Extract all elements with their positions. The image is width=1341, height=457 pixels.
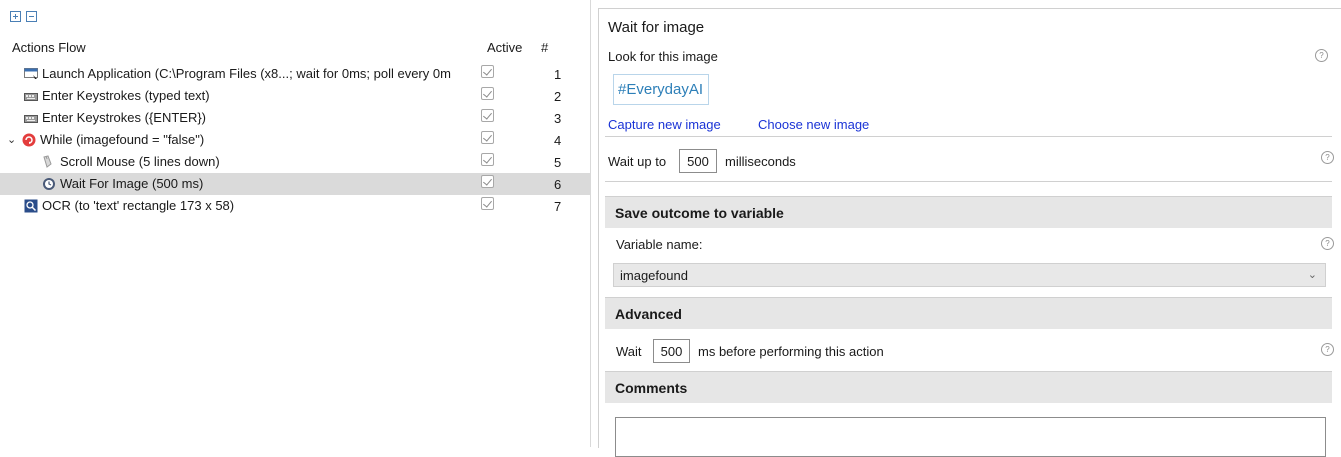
column-header: Actions Flow Active # xyxy=(0,40,590,60)
row-number: 3 xyxy=(554,111,562,126)
while-loop-icon xyxy=(22,133,36,147)
active-checkbox[interactable] xyxy=(481,131,494,144)
wait-image-icon xyxy=(42,177,56,191)
tree-row[interactable]: Enter Keystrokes ({ENTER}) 3 xyxy=(0,107,590,129)
active-checkbox[interactable] xyxy=(481,109,494,122)
row-number: 4 xyxy=(554,133,562,148)
image-text: #EverydayAI xyxy=(618,81,704,98)
comments-textarea[interactable] xyxy=(615,417,1326,457)
expand-all-icon[interactable] xyxy=(10,11,21,22)
tree-row[interactable]: Launch Application (C:\Program Files (x8… xyxy=(0,63,590,85)
active-checkbox[interactable] xyxy=(481,153,494,166)
save-outcome-section-header: Save outcome to variable xyxy=(605,196,1332,228)
timeout-input[interactable]: 500 xyxy=(679,149,717,173)
help-icon[interactable]: ? xyxy=(1315,49,1328,62)
pre-delay-input[interactable]: 500 xyxy=(653,339,690,363)
wait-up-to-label: Wait up to xyxy=(608,154,667,169)
divider xyxy=(605,136,1332,137)
help-icon[interactable]: ? xyxy=(1321,151,1334,164)
chevron-down-icon[interactable]: ⌄ xyxy=(7,133,16,146)
row-number: 6 xyxy=(554,177,562,192)
advanced-section-header: Advanced xyxy=(605,297,1332,329)
launch-app-icon xyxy=(24,67,38,81)
mouse-icon xyxy=(42,154,56,169)
ms-before-action-label: ms before performing this action xyxy=(698,344,884,359)
tree-toolbar xyxy=(10,11,37,22)
wait-before-label: Wait xyxy=(616,344,642,359)
help-icon[interactable]: ? xyxy=(1321,237,1334,250)
milliseconds-label: milliseconds xyxy=(725,154,796,169)
capture-new-image-link[interactable]: Capture new image xyxy=(608,117,721,132)
divider xyxy=(605,181,1332,182)
column-actions-flow[interactable]: Actions Flow xyxy=(12,40,86,55)
variable-name-value: imagefound xyxy=(620,267,688,283)
active-checkbox[interactable] xyxy=(481,65,494,78)
column-active[interactable]: Active xyxy=(487,40,522,55)
tree-row-label: OCR (to 'text' rectangle 173 x 58) xyxy=(42,198,235,213)
active-checkbox[interactable] xyxy=(481,197,494,210)
keyboard-icon xyxy=(24,111,38,125)
column-number[interactable]: # xyxy=(541,40,548,55)
actions-flow-panel: Actions Flow Active # Launch Application… xyxy=(0,0,591,447)
target-image-preview: #EverydayAI xyxy=(613,74,709,105)
tree-row-label: Enter Keystrokes (typed text) xyxy=(42,88,210,103)
tree-row[interactable]: ⌄ While (imagefound = "false") 4 xyxy=(0,129,590,151)
chevron-down-icon: ⌄ xyxy=(1307,269,1317,281)
row-number: 7 xyxy=(554,199,562,214)
row-number: 1 xyxy=(554,67,562,82)
tree-row-label: Wait For Image (500 ms) xyxy=(60,176,204,191)
tree-row[interactable]: OCR (to 'text' rectangle 173 x 58) 7 xyxy=(0,195,590,217)
variable-name-label: Variable name: xyxy=(616,237,703,252)
panel-title: Wait for image xyxy=(608,19,705,36)
tree-row[interactable]: Enter Keystrokes (typed text) 2 xyxy=(0,85,590,107)
properties-panel: Wait for image Look for this image ? #Ev… xyxy=(598,8,1341,457)
tree-row-label: Scroll Mouse (5 lines down) xyxy=(60,154,220,169)
keyboard-icon xyxy=(24,89,38,103)
help-icon[interactable]: ? xyxy=(1321,343,1334,356)
row-number: 2 xyxy=(554,89,562,104)
comments-section-header: Comments xyxy=(605,371,1332,403)
ocr-icon xyxy=(24,199,38,213)
collapse-all-icon[interactable] xyxy=(26,11,37,22)
look-for-image-label: Look for this image xyxy=(608,49,718,64)
tree-row[interactable]: Scroll Mouse (5 lines down) 5 xyxy=(0,151,590,173)
row-number: 5 xyxy=(554,155,562,170)
variable-name-select[interactable]: imagefound ⌄ xyxy=(613,263,1326,287)
tree-row-label: While (imagefound = "false") xyxy=(40,132,205,147)
active-checkbox[interactable] xyxy=(481,175,494,188)
tree-row-label: Launch Application (C:\Program Files (x8… xyxy=(42,66,451,81)
tree-row[interactable]: Wait For Image (500 ms) 6 xyxy=(0,173,590,195)
active-checkbox[interactable] xyxy=(481,87,494,100)
choose-new-image-link[interactable]: Choose new image xyxy=(758,117,869,132)
tree-row-label: Enter Keystrokes ({ENTER}) xyxy=(42,110,206,125)
